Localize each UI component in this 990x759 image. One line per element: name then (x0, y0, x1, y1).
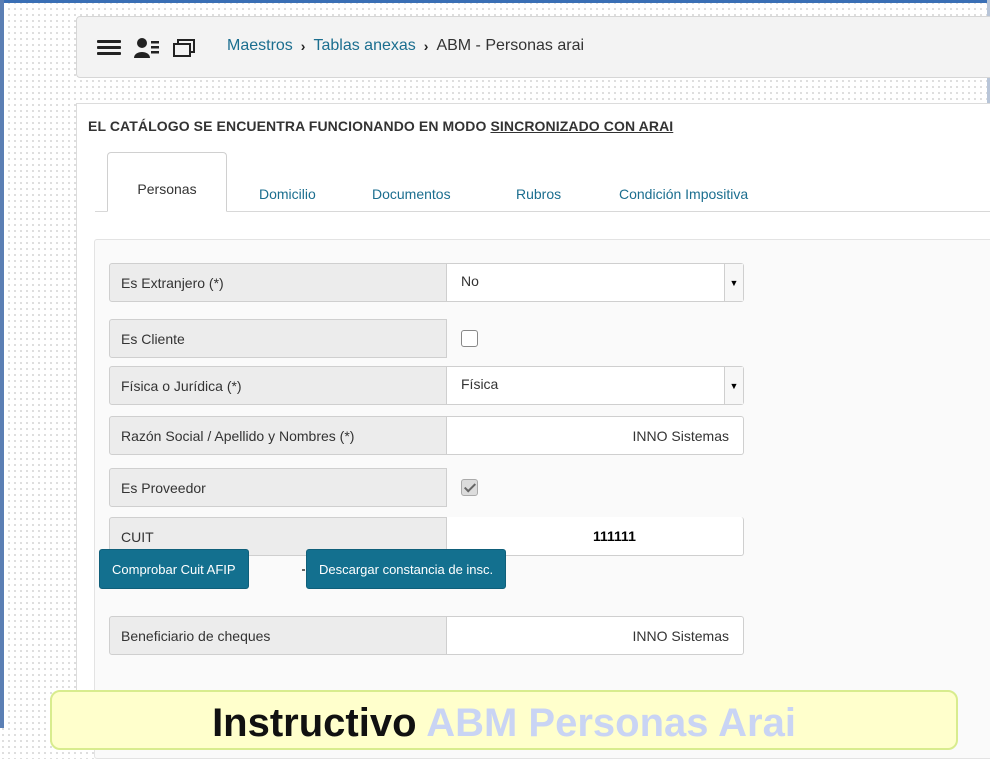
users-icon[interactable] (134, 37, 160, 59)
banner-title: Instructivo (212, 701, 417, 745)
breadcrumb-current: ABM - Personas arai (436, 37, 585, 54)
descargar-constancia-button[interactable]: Descargar constancia de insc. (306, 549, 507, 589)
tab-documentos[interactable]: Documentos (372, 176, 451, 212)
sync-notice-link[interactable]: SINCRONIZADO CON ARAI (490, 118, 673, 134)
fisica-juridica-value: Física (461, 376, 499, 392)
es-proveedor-label: Es Proveedor (109, 468, 447, 507)
es-cliente-checkbox[interactable] (461, 330, 478, 347)
chevron-right-icon: › (423, 38, 429, 54)
es-extranjero-value: No (461, 273, 479, 289)
es-proveedor-checkbox[interactable] (461, 479, 478, 496)
main-panel: EL CATÁLOGO SE ENCUENTRA FUNCIONANDO EN … (76, 103, 990, 759)
es-extranjero-label: Es Extranjero (*) (109, 263, 447, 302)
window-top-edge (0, 0, 990, 3)
es-cliente-cell (447, 319, 491, 358)
tab-domicilio[interactable]: Domicilio (259, 176, 316, 212)
beneficiario-input[interactable]: INNO Sistemas (447, 616, 744, 655)
breadcrumb: Maestros › Tablas anexas › ABM - Persona… (227, 37, 584, 55)
breadcrumb-tablas-anexas[interactable]: Tablas anexas (313, 37, 415, 55)
header-bar: Maestros › Tablas anexas › ABM - Persona… (76, 16, 990, 78)
dropdown-caret-icon[interactable]: ▼ (724, 264, 743, 301)
es-cliente-label: Es Cliente (109, 319, 447, 358)
beneficiario-label: Beneficiario de cheques (109, 616, 447, 655)
tab-rubros[interactable]: Rubros (516, 176, 561, 212)
breadcrumb-maestros[interactable]: Maestros (227, 37, 293, 55)
es-extranjero-select[interactable]: No ▼ (447, 263, 744, 302)
chevron-right-icon: › (300, 38, 306, 54)
banner-subtitle: ABM Personas Arai (426, 701, 796, 745)
dropdown-caret-icon[interactable]: ▼ (724, 367, 743, 404)
menu-icon[interactable] (97, 37, 121, 59)
razon-social-label: Razón Social / Apellido y Nombres (*) (109, 416, 447, 455)
razon-social-input[interactable]: INNO Sistemas (447, 416, 744, 455)
button-separator (302, 569, 305, 571)
comprobar-cuit-button[interactable]: Comprobar Cuit AFIP (99, 549, 249, 589)
window-icon[interactable] (172, 37, 196, 59)
fisica-juridica-select[interactable]: Física ▼ (447, 366, 744, 405)
es-proveedor-cell (447, 468, 491, 507)
instructivo-banner: Instructivo ABM Personas Arai (50, 690, 958, 750)
sync-notice: EL CATÁLOGO SE ENCUENTRA FUNCIONANDO EN … (88, 118, 673, 134)
tab-personas[interactable]: Personas (107, 152, 227, 212)
tab-condicion-impositiva[interactable]: Condición Impositiva (619, 176, 748, 212)
sync-notice-text: EL CATÁLOGO SE ENCUENTRA FUNCIONANDO EN … (88, 118, 491, 134)
fisica-juridica-label: Física o Jurídica (*) (109, 366, 447, 405)
form-area: Es Extranjero (*) No ▼ Es Cliente Física… (94, 239, 990, 759)
window-left-edge (0, 0, 4, 728)
